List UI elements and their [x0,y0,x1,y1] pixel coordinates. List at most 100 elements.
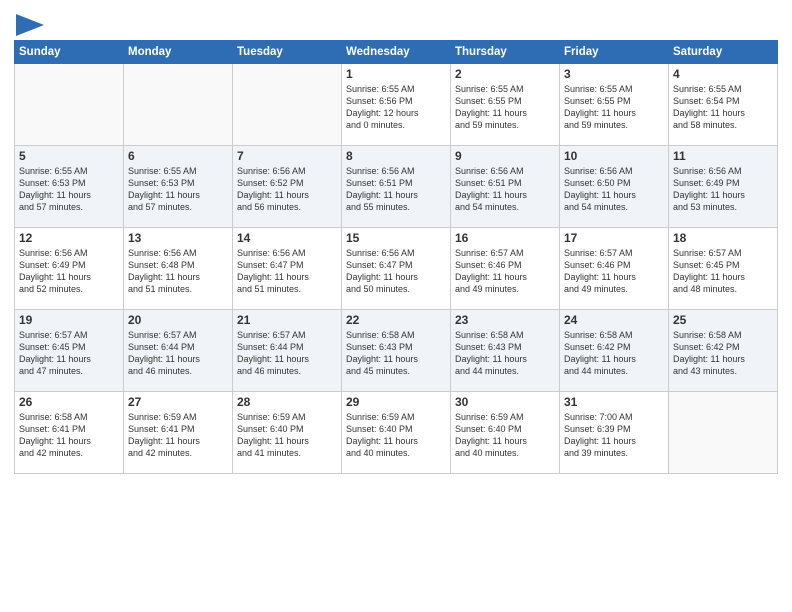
weekday-header-sunday: Sunday [15,41,124,64]
calendar-cell: 21 Sunrise: 6:57 AMSunset: 6:44 PMDayligh… [233,310,342,392]
calendar-cell: 31Sunrise: 7:00 AMSunset: 6:39 PMDayligh… [560,392,669,474]
day-info: Sunrise: 6:56 AMSunset: 6:47 PMDaylight:… [346,247,446,296]
day-info: Sunrise: 6:59 AMSunset: 6:40 PMDaylight:… [237,411,337,460]
calendar-week-2: 5 Sunrise: 6:55 AMSunset: 6:53 PMDaylight… [15,146,778,228]
day-info: Sunrise: 6:55 AMSunset: 6:53 PMDaylight:… [19,165,119,214]
day-info: Sunrise: 6:56 AMSunset: 6:50 PMDaylight:… [564,165,664,214]
day-number: 7 [237,149,337,163]
calendar-cell: 7 Sunrise: 6:56 AMSunset: 6:52 PMDaylight… [233,146,342,228]
header [14,10,778,36]
weekday-header-thursday: Thursday [451,41,560,64]
day-number: 23 [455,313,555,327]
calendar-cell: 27 Sunrise: 6:59 AMSunset: 6:41 PMDayligh… [124,392,233,474]
day-info: Sunrise: 6:55 AMSunset: 6:56 PMDaylight:… [346,83,446,132]
calendar-table: SundayMondayTuesdayWednesdayThursdayFrid… [14,40,778,474]
day-number: 17 [564,231,664,245]
weekday-header-friday: Friday [560,41,669,64]
calendar-cell: 13Sunrise: 6:56 AMSunset: 6:48 PMDayligh… [124,228,233,310]
calendar-cell: 9 Sunrise: 6:56 AMSunset: 6:51 PMDaylight… [451,146,560,228]
day-info: Sunrise: 6:56 AMSunset: 6:51 PMDaylight:… [455,165,555,214]
day-info: Sunrise: 6:56 AMSunset: 6:51 PMDaylight:… [346,165,446,214]
day-info: Sunrise: 6:56 AMSunset: 6:49 PMDaylight:… [673,165,773,214]
calendar-cell: 11 Sunrise: 6:56 AMSunset: 6:49 PMDayligh… [669,146,778,228]
day-info: Sunrise: 6:59 AMSunset: 6:41 PMDaylight:… [128,411,228,460]
calendar-cell: 16Sunrise: 6:57 AMSunset: 6:46 PMDayligh… [451,228,560,310]
day-number: 11 [673,149,773,163]
weekday-header-row: SundayMondayTuesdayWednesdayThursdayFrid… [15,41,778,64]
calendar-cell: 3 Sunrise: 6:55 AMSunset: 6:55 PMDaylight… [560,64,669,146]
calendar-cell [233,64,342,146]
day-number: 20 [128,313,228,327]
calendar-cell: 22 Sunrise: 6:58 AMSunset: 6:43 PMDayligh… [342,310,451,392]
day-info: Sunrise: 6:56 AMSunset: 6:52 PMDaylight:… [237,165,337,214]
day-info: Sunrise: 6:55 AMSunset: 6:55 PMDaylight:… [455,83,555,132]
day-number: 14 [237,231,337,245]
day-info: Sunrise: 6:58 AMSunset: 6:42 PMDaylight:… [564,329,664,378]
day-number: 2 [455,67,555,81]
calendar-cell: 1 Sunrise: 6:55 AMSunset: 6:56 PMDaylight… [342,64,451,146]
day-number: 8 [346,149,446,163]
weekday-header-tuesday: Tuesday [233,41,342,64]
day-info: Sunrise: 6:59 AMSunset: 6:40 PMDaylight:… [346,411,446,460]
day-number: 10 [564,149,664,163]
day-info: Sunrise: 6:55 AMSunset: 6:54 PMDaylight:… [673,83,773,132]
calendar-cell: 15Sunrise: 6:56 AMSunset: 6:47 PMDayligh… [342,228,451,310]
calendar-cell: 26Sunrise: 6:58 AMSunset: 6:41 PMDayligh… [15,392,124,474]
logo-icon [16,14,44,36]
calendar-cell: 29 Sunrise: 6:59 AMSunset: 6:40 PMDayligh… [342,392,451,474]
calendar-cell: 28 Sunrise: 6:59 AMSunset: 6:40 PMDayligh… [233,392,342,474]
day-number: 19 [19,313,119,327]
calendar-cell: 12Sunrise: 6:56 AMSunset: 6:49 PMDayligh… [15,228,124,310]
day-number: 24 [564,313,664,327]
calendar-cell: 10 Sunrise: 6:56 AMSunset: 6:50 PMDayligh… [560,146,669,228]
day-number: 4 [673,67,773,81]
day-number: 27 [128,395,228,409]
weekday-header-monday: Monday [124,41,233,64]
day-info: Sunrise: 6:59 AMSunset: 6:40 PMDaylight:… [455,411,555,460]
day-number: 22 [346,313,446,327]
day-info: Sunrise: 6:57 AMSunset: 6:44 PMDaylight:… [237,329,337,378]
calendar-cell: 30 Sunrise: 6:59 AMSunset: 6:40 PMDayligh… [451,392,560,474]
weekday-header-saturday: Saturday [669,41,778,64]
day-info: Sunrise: 6:57 AMSunset: 6:45 PMDaylight:… [673,247,773,296]
calendar-cell [669,392,778,474]
calendar-week-1: 1 Sunrise: 6:55 AMSunset: 6:56 PMDaylight… [15,64,778,146]
calendar-week-4: 19 Sunrise: 6:57 AMSunset: 6:45 PMDayligh… [15,310,778,392]
day-number: 1 [346,67,446,81]
day-info: Sunrise: 6:55 AMSunset: 6:55 PMDaylight:… [564,83,664,132]
logo [14,14,44,36]
calendar-cell: 8 Sunrise: 6:56 AMSunset: 6:51 PMDaylight… [342,146,451,228]
day-info: Sunrise: 6:56 AMSunset: 6:47 PMDaylight:… [237,247,337,296]
day-number: 28 [237,395,337,409]
day-number: 6 [128,149,228,163]
calendar-cell: 17 Sunrise: 6:57 AMSunset: 6:46 PMDayligh… [560,228,669,310]
day-info: Sunrise: 6:55 AMSunset: 6:53 PMDaylight:… [128,165,228,214]
calendar-cell: 4 Sunrise: 6:55 AMSunset: 6:54 PMDaylight… [669,64,778,146]
day-info: Sunrise: 6:57 AMSunset: 6:46 PMDaylight:… [564,247,664,296]
calendar-cell: 23Sunrise: 6:58 AMSunset: 6:43 PMDayligh… [451,310,560,392]
day-number: 18 [673,231,773,245]
calendar-cell [15,64,124,146]
day-info: Sunrise: 7:00 AMSunset: 6:39 PMDaylight:… [564,411,664,460]
day-info: Sunrise: 6:57 AMSunset: 6:45 PMDaylight:… [19,329,119,378]
day-number: 21 [237,313,337,327]
calendar-cell: 14 Sunrise: 6:56 AMSunset: 6:47 PMDayligh… [233,228,342,310]
calendar-week-5: 26Sunrise: 6:58 AMSunset: 6:41 PMDayligh… [15,392,778,474]
weekday-header-wednesday: Wednesday [342,41,451,64]
day-number: 29 [346,395,446,409]
calendar-cell: 5 Sunrise: 6:55 AMSunset: 6:53 PMDaylight… [15,146,124,228]
day-number: 30 [455,395,555,409]
page-container: SundayMondayTuesdayWednesdayThursdayFrid… [0,0,792,484]
day-info: Sunrise: 6:56 AMSunset: 6:48 PMDaylight:… [128,247,228,296]
day-number: 3 [564,67,664,81]
calendar-cell: 19 Sunrise: 6:57 AMSunset: 6:45 PMDayligh… [15,310,124,392]
calendar-cell [124,64,233,146]
day-info: Sunrise: 6:58 AMSunset: 6:43 PMDaylight:… [346,329,446,378]
day-number: 9 [455,149,555,163]
day-number: 12 [19,231,119,245]
calendar-cell: 24 Sunrise: 6:58 AMSunset: 6:42 PMDayligh… [560,310,669,392]
day-number: 25 [673,313,773,327]
calendar-cell: 18 Sunrise: 6:57 AMSunset: 6:45 PMDayligh… [669,228,778,310]
calendar-cell: 25Sunrise: 6:58 AMSunset: 6:42 PMDayligh… [669,310,778,392]
day-number: 5 [19,149,119,163]
